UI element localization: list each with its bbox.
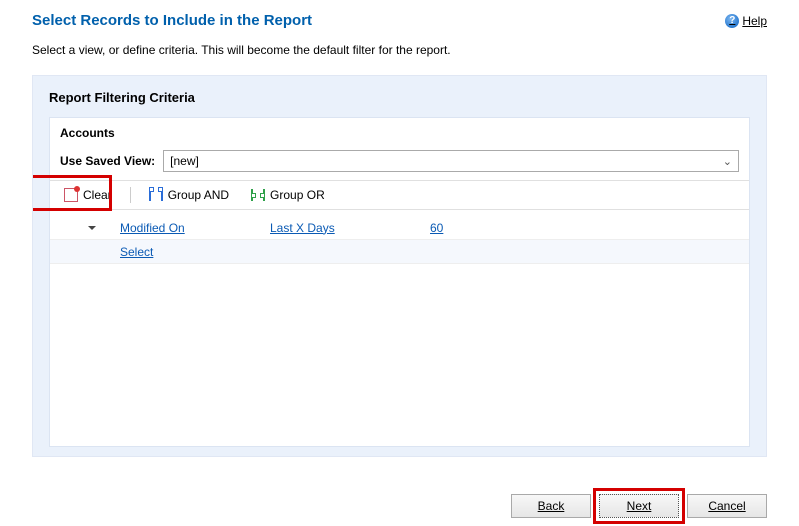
criteria-value[interactable]: 60 <box>430 221 550 235</box>
toolbar-divider <box>130 187 131 203</box>
add-criteria-row[interactable]: Select <box>50 240 749 264</box>
criteria-area: Modified On Last X Days 60 Select <box>50 210 749 264</box>
criteria-toolbar: Clear Group AND Group OR <box>50 180 749 210</box>
use-saved-view-label: Use Saved View: <box>60 154 155 168</box>
clear-button[interactable]: Clear <box>60 185 116 205</box>
chevron-down-icon: ⌄ <box>723 155 732 168</box>
clear-label: Clear <box>83 188 112 202</box>
group-or-icon <box>251 189 265 201</box>
page-title: Select Records to Include in the Report <box>32 12 312 29</box>
help-label: Help <box>742 14 767 28</box>
cancel-button[interactable]: Cancel <box>687 494 767 518</box>
panel-inner: Accounts Use Saved View: [new] ⌄ Clear G… <box>49 117 750 447</box>
back-button[interactable]: Back <box>511 494 591 518</box>
criteria-field[interactable]: Modified On <box>120 221 270 235</box>
criteria-operator[interactable]: Last X Days <box>270 221 430 235</box>
criteria-row: Modified On Last X Days 60 <box>50 216 749 240</box>
group-or-label: Group OR <box>270 188 325 202</box>
instruction-text: Select a view, or define criteria. This … <box>0 35 799 75</box>
saved-view-value: [new] <box>170 154 199 168</box>
next-button[interactable]: Next <box>599 494 679 518</box>
wizard-footer: Back Next Cancel <box>511 494 767 518</box>
help-icon: ? <box>725 14 739 28</box>
group-or-button[interactable]: Group OR <box>247 185 329 205</box>
clear-icon <box>64 188 78 202</box>
panel-title: Report Filtering Criteria <box>49 90 750 105</box>
select-link[interactable]: Select <box>120 245 153 259</box>
saved-view-select[interactable]: [new] ⌄ <box>163 150 739 172</box>
row-menu[interactable] <box>60 221 120 235</box>
criteria-panel: Report Filtering Criteria Accounts Use S… <box>32 75 767 457</box>
chevron-down-icon <box>88 226 96 230</box>
help-link[interactable]: ? Help <box>725 14 767 28</box>
group-and-button[interactable]: Group AND <box>145 185 233 205</box>
next-wrap: Next <box>599 494 679 518</box>
group-and-label: Group AND <box>168 188 229 202</box>
group-and-icon <box>149 189 163 201</box>
entity-label: Accounts <box>50 118 749 144</box>
